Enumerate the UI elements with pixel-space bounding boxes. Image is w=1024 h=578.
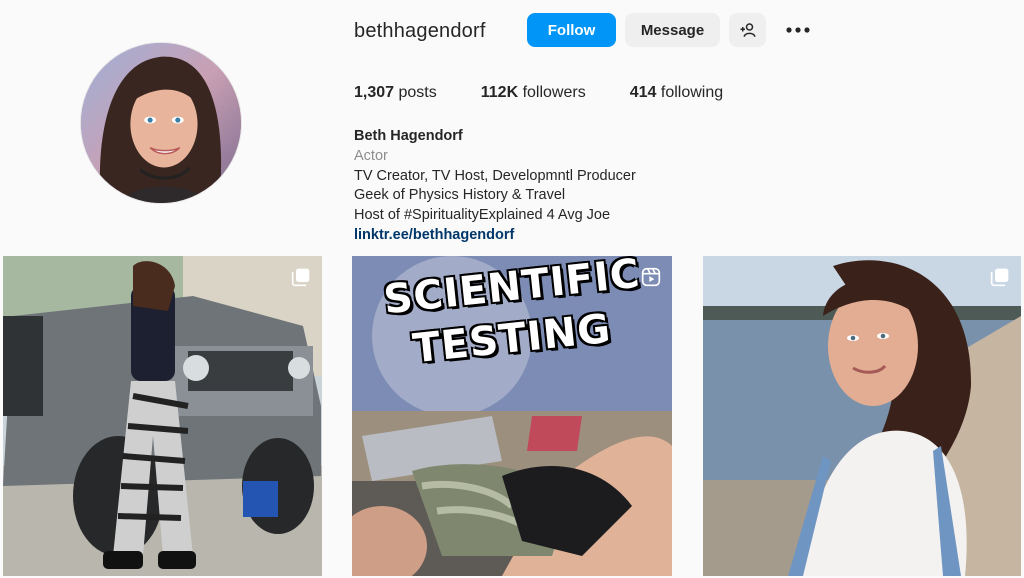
reel-icon — [641, 267, 661, 287]
bio-link[interactable]: linktr.ee/bethhagendorf — [354, 227, 514, 243]
post-tile-1[interactable] — [3, 256, 322, 576]
posts-label: posts — [398, 84, 437, 101]
post-image-truck — [3, 256, 322, 576]
message-button[interactable]: Message — [625, 13, 720, 47]
followers-label: followers — [522, 84, 586, 101]
bio-line: Host of #SpiritualityExplained 4 Avg Joe — [354, 207, 611, 224]
followers-count: 112K — [480, 84, 519, 101]
profile-bio: Beth Hagendorf Actor TV Creator, TV Host… — [354, 127, 636, 246]
post-tile-2[interactable]: SCIENTIFIC TESTING — [352, 256, 672, 576]
posts-stat: 1,307 posts — [354, 82, 437, 104]
person-add-icon — [740, 23, 755, 37]
post-tile-3[interactable] — [703, 256, 1021, 576]
profile-username: bethhagendorf — [354, 20, 486, 42]
more-options-button[interactable] — [784, 20, 812, 40]
suggest-user-button[interactable] — [729, 13, 766, 47]
carousel-icon — [291, 268, 310, 287]
carousel-icon — [990, 268, 1009, 287]
following-stat[interactable]: 414 following — [630, 82, 723, 104]
profile-stats: 1,307 posts 112K followers 414 following — [354, 82, 767, 104]
display-name: Beth Hagendorf — [354, 128, 463, 144]
bio-line: Geek of Physics History & Travel — [354, 187, 566, 204]
profile-category: Actor — [354, 147, 388, 164]
avatar-image — [81, 43, 241, 203]
bio-line: TV Creator, TV Host, Developmntl Produce… — [354, 167, 636, 184]
posts-count: 1,307 — [354, 84, 395, 101]
following-label: following — [660, 84, 724, 101]
post-image-lake-portrait — [703, 256, 1021, 576]
followers-stat[interactable]: 112K followers — [481, 82, 586, 104]
profile-page: bethhagendorf Follow Message 1,307 posts… — [0, 0, 1024, 578]
more-options-icon — [786, 27, 810, 33]
profile-avatar[interactable] — [80, 42, 242, 204]
follow-button[interactable]: Follow — [527, 13, 616, 47]
following-count: 414 — [629, 84, 657, 101]
